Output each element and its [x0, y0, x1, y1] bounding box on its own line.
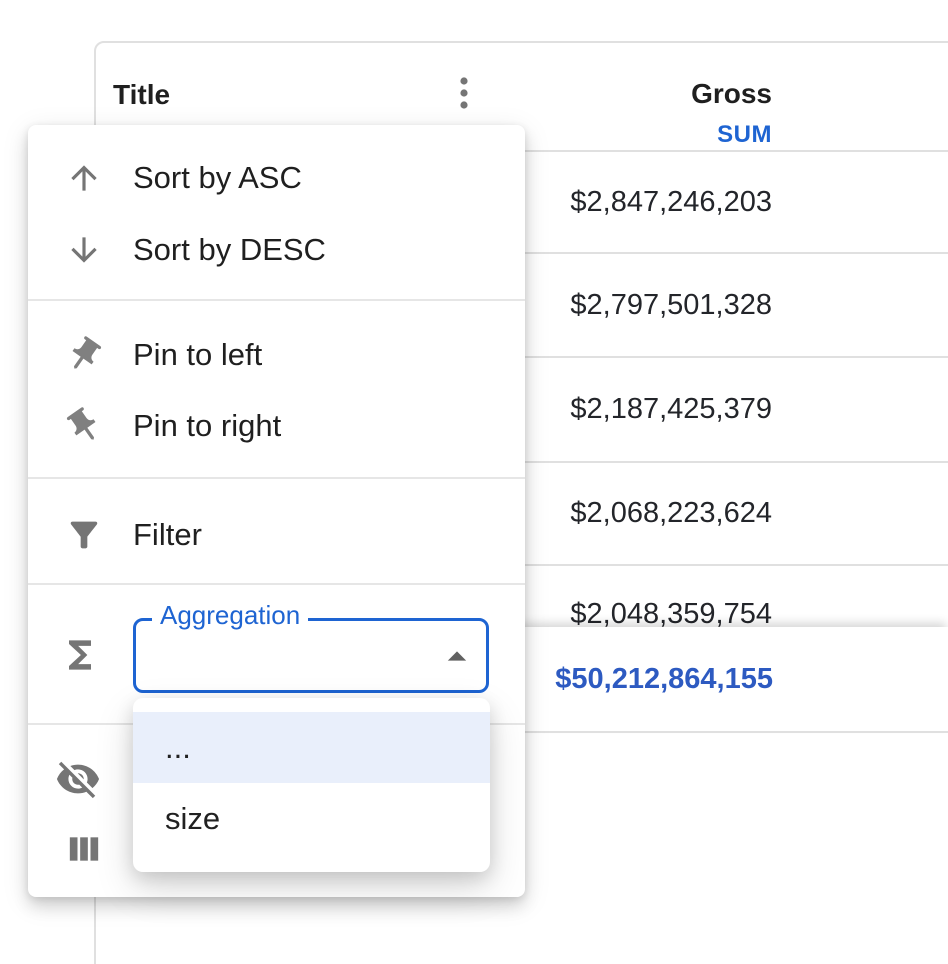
gross-sum-value: $50,212,864,155: [555, 663, 773, 696]
menu-item-pin-right[interactable]: Pin to right: [28, 390, 525, 462]
aggregation-option-size[interactable]: size: [133, 783, 490, 855]
option-label: size: [165, 801, 220, 837]
filter-icon: [64, 515, 104, 555]
menu-item-pin-left[interactable]: Pin to left: [28, 319, 525, 391]
column-header-title: Title: [113, 77, 170, 113]
vertical-dots-icon: [450, 70, 478, 121]
sigma-icon: [58, 631, 102, 679]
gross-cell: $2,068,223,624: [570, 497, 772, 530]
visibility-off-icon: [55, 756, 101, 802]
arrow-down-icon: [64, 231, 104, 269]
menu-divider: [28, 477, 525, 479]
menu-divider: [28, 299, 525, 301]
gross-cell: $2,847,246,203: [570, 186, 772, 219]
arrow-up-icon: [64, 159, 104, 197]
gross-cell: $2,797,501,328: [570, 289, 772, 322]
pin-right-icon: [64, 406, 104, 446]
menu-item-label: Filter: [133, 517, 202, 553]
menu-item-label: Pin to left: [133, 337, 262, 373]
option-label: ...: [165, 730, 191, 766]
aggregation-option-none[interactable]: ...: [133, 712, 490, 783]
aggregation-dropdown: ... size: [133, 698, 490, 872]
pin-left-icon: [64, 335, 104, 375]
menu-item-label: Sort by ASC: [133, 160, 302, 196]
gross-cell: $2,187,425,379: [570, 393, 772, 426]
gross-aggregation-badge: SUM: [500, 122, 772, 148]
column-header-gross: Gross SUM: [500, 76, 772, 148]
gross-header-label: Gross: [500, 76, 772, 112]
menu-item-sort-desc[interactable]: Sort by DESC: [28, 214, 525, 286]
aggregation-field-label: Aggregation: [152, 599, 308, 631]
dropdown-arrow-up-icon: [435, 634, 479, 678]
menu-item-sort-asc[interactable]: Sort by ASC: [28, 142, 525, 214]
menu-item-label: Pin to right: [133, 408, 281, 444]
menu-divider: [28, 583, 525, 585]
menu-item-filter[interactable]: Filter: [28, 499, 525, 571]
title-column-menu-button[interactable]: [448, 71, 480, 119]
page: { "colors": { "accent_blue": "#1e64d2", …: [0, 0, 948, 964]
gross-cell: $2,048,359,754: [570, 598, 772, 631]
columns-icon: [64, 829, 104, 869]
menu-item-label: Sort by DESC: [133, 232, 326, 268]
